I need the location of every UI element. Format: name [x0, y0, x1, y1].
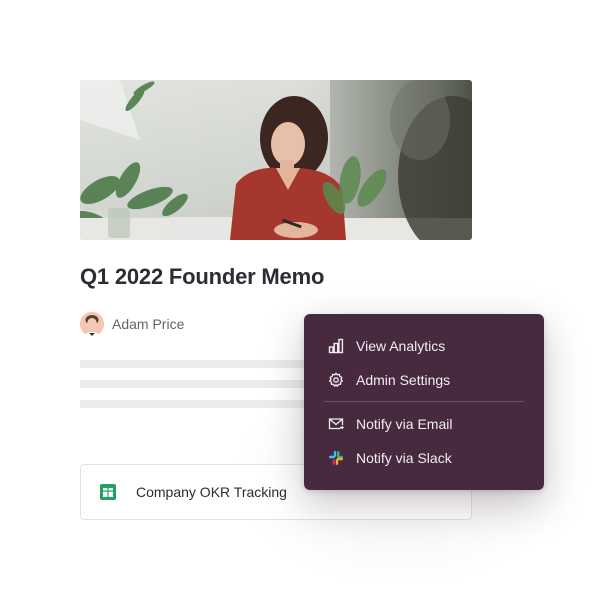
gear-icon — [327, 371, 345, 389]
author: Adam Price — [80, 312, 184, 336]
menu-item-label: Notify via Slack — [356, 450, 452, 466]
author-name[interactable]: Adam Price — [112, 316, 184, 332]
menu-item-label: Admin Settings — [356, 372, 451, 388]
menu-item-label: Notify via Email — [356, 416, 453, 432]
menu-divider — [324, 401, 524, 402]
menu-item-label: View Analytics — [356, 338, 446, 354]
cover-photo — [80, 80, 472, 240]
menu-item-view-analytics[interactable]: View Analytics — [304, 329, 544, 363]
linked-sheet-label: Company OKR Tracking — [136, 484, 287, 500]
bar-chart-icon — [327, 337, 345, 355]
avatar — [80, 312, 104, 336]
text-placeholder-line — [80, 380, 306, 388]
email-icon — [327, 415, 345, 433]
menu-item-notify-email[interactable]: Notify via Email — [304, 407, 544, 441]
text-placeholder-line — [80, 360, 306, 368]
page: Q1 2022 Founder Memo Adam Price Company … — [0, 0, 600, 600]
google-sheets-icon — [100, 484, 116, 500]
text-placeholder-line — [80, 400, 306, 408]
slack-icon — [327, 449, 345, 467]
menu-item-admin-settings[interactable]: Admin Settings — [304, 363, 544, 397]
actions-menu: View Analytics Admin Settings Notify via — [304, 314, 544, 490]
menu-item-notify-slack[interactable]: Notify via Slack — [304, 441, 544, 475]
page-title: Q1 2022 Founder Memo — [80, 264, 325, 289]
